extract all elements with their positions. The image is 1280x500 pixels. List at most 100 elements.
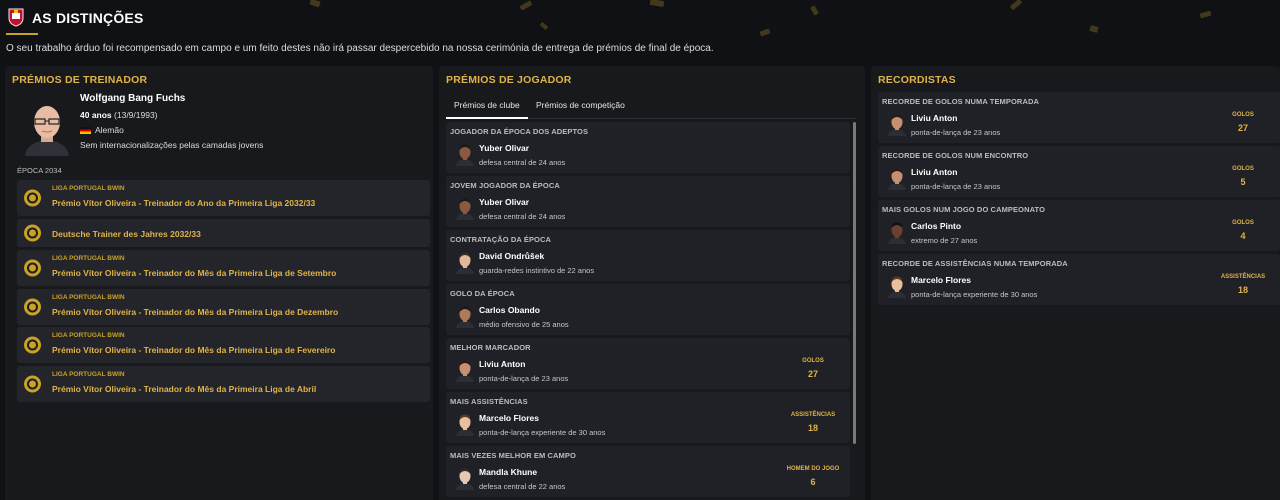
- player-description: ponta-de-lança de 23 anos: [911, 182, 1001, 191]
- award-title: MAIS VEZES MELHOR EM CAMPO: [450, 451, 576, 460]
- coach-age: 40 anos (13/9/1993): [80, 110, 158, 120]
- medal-icon: [24, 189, 41, 207]
- award-title: JOGADOR DA ÉPOCA DOS ADEPTOS: [450, 127, 589, 136]
- page-subtitle: O seu trabalho árduo foi recompensado em…: [6, 43, 714, 54]
- award-title: JOVEM JOGADOR DA ÉPOCA: [450, 181, 560, 190]
- active-tab-indicator: [446, 117, 528, 119]
- player-description: ponta-de-lança experiente de 30 anos: [479, 428, 606, 437]
- player-list-scrollbar[interactable]: [853, 122, 856, 444]
- record-row[interactable]: RECORDE DE GOLOS NUMA TEMPORADA Liviu Ant…: [878, 92, 1280, 143]
- player-avatar[interactable]: [887, 112, 907, 136]
- record-row[interactable]: RECORDE DE GOLOS NUM ENCONTRO Liviu Anton…: [878, 146, 1280, 197]
- coach-award[interactable]: LIGA PORTUGAL BWIN Prémio Vítor Oliveira…: [17, 289, 430, 325]
- tab-competition-awards[interactable]: Prémios de competição: [536, 100, 625, 110]
- player-name[interactable]: Mandla Khune: [479, 467, 537, 477]
- panel-title: RECORDISTAS: [878, 74, 956, 86]
- player-description: ponta-de-lança experiente de 30 anos: [911, 290, 1038, 299]
- player-name[interactable]: Liviu Anton: [479, 359, 525, 369]
- medal-icon: [24, 259, 41, 277]
- stat-label: GOLOS: [1232, 220, 1254, 226]
- player-award-row[interactable]: GOLO DA ÉPOCA Carlos Obando médio ofensivo…: [446, 284, 850, 335]
- player-award-row[interactable]: CONTRATAÇÃO DA ÉPOCA David Ondrůšek guarda…: [446, 230, 850, 281]
- stat-value: 27: [807, 369, 818, 379]
- player-name[interactable]: Liviu Anton: [911, 113, 957, 123]
- player-description: ponta-de-lança de 23 anos: [911, 128, 1001, 137]
- stat-value: 18: [807, 423, 818, 433]
- player-description: ponta-de-lança de 23 anos: [479, 374, 569, 383]
- player-description: defesa central de 22 anos: [479, 482, 566, 491]
- page-header: AS DISTINÇÕES O seu trabalho árduo foi r…: [0, 0, 1280, 60]
- player-avatar[interactable]: [455, 304, 475, 328]
- medal-icon: [24, 224, 41, 242]
- page-title: AS DISTINÇÕES: [32, 10, 144, 26]
- stat-value: 18: [1237, 285, 1248, 295]
- player-description: guarda-redes instintivo de 22 anos: [479, 266, 595, 275]
- panel-title: PRÉMIOS DE TREINADOR: [12, 74, 148, 86]
- award-title: RECORDE DE GOLOS NUMA TEMPORADA: [882, 97, 1039, 106]
- panel-title: PRÉMIOS DE JOGADOR: [446, 74, 572, 86]
- award-title: MAIS ASSISTÊNCIAS: [450, 397, 528, 406]
- player-name[interactable]: Marcelo Flores: [911, 275, 971, 285]
- player-award-row[interactable]: MAIS ASSISTÊNCIAS Marcelo Flores ponta-de-…: [446, 392, 850, 443]
- stat-label: GOLOS: [1232, 112, 1254, 118]
- stat-label: ASSISTÊNCIAS: [790, 412, 836, 418]
- player-description: defesa central de 24 anos: [479, 158, 566, 167]
- player-name[interactable]: Yuber Olivar: [479, 197, 529, 207]
- player-avatar[interactable]: [455, 142, 475, 166]
- stat-label: GOLOS: [802, 358, 824, 364]
- medal-icon: [24, 298, 41, 316]
- coach-award[interactable]: LIGA PORTUGAL BWIN Prémio Vítor Oliveira…: [17, 327, 430, 363]
- player-avatar[interactable]: [455, 250, 475, 274]
- player-avatar[interactable]: [455, 412, 475, 436]
- coach-award[interactable]: LIGA PORTUGAL BWIN Prémio Vítor Oliveira…: [17, 180, 430, 216]
- player-award-row[interactable]: JOVEM JOGADOR DA ÉPOCA Yuber Olivar defesa…: [446, 176, 850, 227]
- record-row[interactable]: RECORDE DE ASSISTÊNCIAS NUMA TEMPORADA Ma…: [878, 254, 1280, 305]
- stat-label: ASSISTÊNCIAS: [1220, 274, 1266, 280]
- player-name[interactable]: Liviu Anton: [911, 167, 957, 177]
- title-underline: [6, 33, 38, 35]
- stat-label: HOMEM DO JOGO: [786, 466, 840, 472]
- season-label: ÉPOCA 2034: [17, 166, 62, 175]
- coach-avatar[interactable]: [23, 102, 71, 156]
- player-description: defesa central de 24 anos: [479, 212, 566, 221]
- player-award-row[interactable]: MELHOR MARCADOR Liviu Anton ponta-de-lança…: [446, 338, 850, 389]
- player-name[interactable]: Yuber Olivar: [479, 143, 529, 153]
- award-title: RECORDE DE GOLOS NUM ENCONTRO: [882, 151, 1029, 160]
- player-name[interactable]: Marcelo Flores: [479, 413, 539, 423]
- medal-icon: [24, 336, 41, 354]
- player-name[interactable]: Carlos Pinto: [911, 221, 961, 231]
- player-name[interactable]: Carlos Obando: [479, 305, 540, 315]
- player-award-row[interactable]: MAIS VEZES MELHOR EM CAMPO Mandla Khune de…: [446, 446, 850, 497]
- stat-label: GOLOS: [1232, 166, 1254, 172]
- award-title: GOLO DA ÉPOCA: [450, 289, 515, 298]
- player-avatar[interactable]: [887, 220, 907, 244]
- player-description: extremo de 27 anos: [911, 236, 978, 245]
- player-avatar[interactable]: [455, 358, 475, 382]
- coach-name[interactable]: Wolfgang Bang Fuchs: [80, 93, 185, 104]
- stat-value: 5: [1240, 177, 1246, 187]
- player-avatar[interactable]: [455, 466, 475, 490]
- award-title: RECORDE DE ASSISTÊNCIAS NUMA TEMPORADA: [882, 259, 1068, 268]
- tab-club-awards[interactable]: Prémios de clube: [454, 100, 520, 110]
- player-avatar[interactable]: [455, 196, 475, 220]
- player-avatar[interactable]: [887, 166, 907, 190]
- coach-youth-caps: Sem internacionalizações pelas camadas j…: [80, 140, 264, 150]
- coach-award[interactable]: Deutsche Trainer des Jahres 2032/33: [17, 219, 430, 247]
- stat-value: 4: [1240, 231, 1246, 241]
- coach-awards-panel: PRÉMIOS DE TREINADOR Wolfgang Bang Fuchs…: [5, 66, 433, 500]
- player-description: médio ofensivo de 25 anos: [479, 320, 569, 329]
- medal-icon: [24, 375, 41, 393]
- coach-award[interactable]: LIGA PORTUGAL BWIN Prémio Vítor Oliveira…: [17, 366, 430, 402]
- record-row[interactable]: MAIS GOLOS NUM JOGO DO CAMPEONATO Carlos …: [878, 200, 1280, 251]
- player-award-row[interactable]: JOGADOR DA ÉPOCA DOS ADEPTOS Yuber Olivar…: [446, 122, 850, 173]
- stat-value: 27: [1237, 123, 1248, 133]
- coach-nationality: Alemão: [80, 125, 124, 135]
- player-name[interactable]: David Ondrůšek: [479, 251, 544, 261]
- germany-flag-icon: [80, 126, 91, 134]
- stat-value: 6: [810, 477, 816, 487]
- award-title: MAIS GOLOS NUM JOGO DO CAMPEONATO: [882, 205, 1046, 214]
- award-title: MELHOR MARCADOR: [450, 343, 531, 352]
- coach-award[interactable]: LIGA PORTUGAL BWIN Prémio Vítor Oliveira…: [17, 250, 430, 286]
- player-avatar[interactable]: [887, 274, 907, 298]
- club-crest-icon: [8, 8, 24, 27]
